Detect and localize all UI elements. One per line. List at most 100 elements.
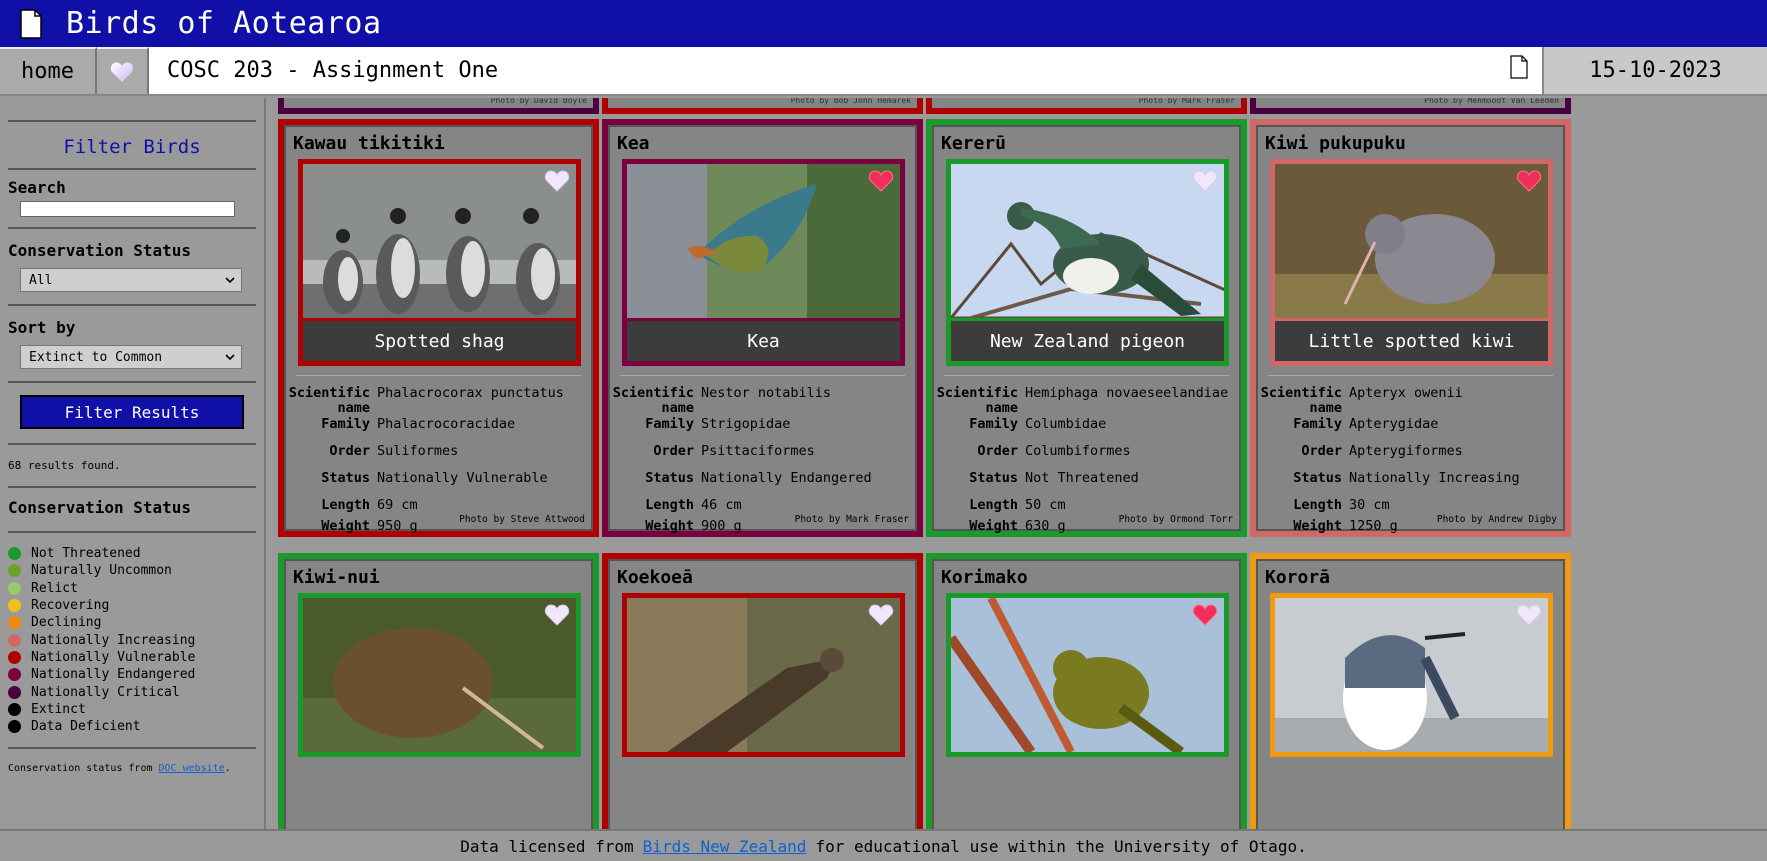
english-name: New Zealand pigeon: [951, 318, 1224, 361]
bird-card[interactable]: Korimako: [926, 553, 1247, 829]
photo-credit: Photo by David Boyle: [490, 98, 587, 105]
photo-credit: Photo by Mehmoodt Van Leeden: [1424, 98, 1559, 105]
status-select[interactable]: All: [20, 268, 242, 292]
bird-card[interactable]: Kererū New Zealand pigeon Scientific name H…: [926, 119, 1247, 537]
legend-item: Nationally Endangered: [8, 666, 256, 683]
footer-suffix: for educational use within the Universit…: [815, 836, 1307, 856]
photo-credit: Photo by Andrew Digby: [1436, 514, 1557, 525]
detail-label: Status: [321, 470, 370, 486]
detail-label: Weight: [1293, 518, 1342, 534]
status-dot-icon: [8, 581, 21, 595]
favourite-heart-icon[interactable]: [1516, 603, 1542, 627]
favourite-heart-icon[interactable]: [1516, 169, 1542, 193]
bird-photo-image: [303, 164, 576, 318]
doc-website-link[interactable]: DOC website: [159, 763, 225, 774]
status-dot-icon: [8, 668, 21, 682]
detail-label: Order: [977, 443, 1018, 459]
legend-label: Recovering: [31, 598, 110, 614]
bird-photo: [303, 598, 576, 752]
footer: Data licensed from Birds New Zealand for…: [0, 829, 1767, 861]
detail-label: Scientific name: [288, 385, 370, 416]
status-dot-icon: [8, 616, 21, 630]
bird-name: Kororā: [1265, 567, 1331, 588]
detail-label: Status: [969, 470, 1018, 486]
detail-label: Status: [1293, 470, 1342, 486]
document-icon[interactable]: [1510, 55, 1528, 79]
detail-label: Length: [969, 497, 1018, 513]
bird-photo: [951, 164, 1224, 318]
detail-label: Length: [1293, 497, 1342, 513]
detail-row: Status Nationally Endangered: [610, 471, 915, 498]
favourite-heart-icon[interactable]: [868, 603, 894, 627]
search-input[interactable]: [20, 201, 235, 217]
date-display: 15-10-2023: [1542, 47, 1767, 94]
detail-value: Psittaciformes: [701, 443, 815, 459]
bird-card[interactable]: Kawau tikitiki Spotted shag Scientific nam…: [278, 119, 599, 537]
bird-card[interactable]: Kea Kea Scientific name Nestor notabilis Fam…: [602, 119, 923, 537]
bird-card[interactable]: Koekoeā: [602, 553, 923, 829]
detail-row: Order Suliformes: [286, 444, 591, 471]
bird-name: Kea: [617, 133, 650, 154]
legend-title: Conservation Status: [8, 498, 192, 517]
status-dot-icon: [8, 650, 21, 664]
results-count: 68 results found.: [8, 459, 121, 472]
bird-photo-image: [951, 164, 1224, 318]
english-name: Little spotted kiwi: [1275, 318, 1548, 361]
detail-value: Columbiformes: [1025, 443, 1131, 459]
detail-row: Order Columbiformes: [934, 444, 1239, 471]
title-bar: Birds of Aotearoa: [0, 0, 1767, 47]
favourite-heart-icon[interactable]: [544, 169, 570, 193]
detail-row: Scientific name Hemiphaga novaeseelandiae: [934, 386, 1239, 417]
site-title: Birds of Aotearoa: [66, 6, 382, 41]
birds-nz-link[interactable]: Birds New Zealand: [643, 837, 807, 856]
detail-row: Family Apterygidae: [1258, 417, 1563, 444]
english-name: Spotted shag: [303, 318, 576, 361]
photo-credit: Photo by Steve Attwood: [459, 514, 585, 525]
chevron-down-icon: [225, 353, 235, 360]
previous-card-strip: Photo by Mehmoodt Van Leeden: [1250, 98, 1571, 114]
detail-label: Status: [645, 470, 694, 486]
detail-row: Scientific name Apteryx owenii: [1258, 386, 1563, 417]
favourite-heart-icon[interactable]: [544, 603, 570, 627]
detail-value: Strigopidae: [701, 416, 791, 432]
filter-results-button[interactable]: Filter Results: [20, 395, 244, 429]
detail-label: Family: [1293, 416, 1342, 432]
previous-card-strip: Photo by David Boyle: [278, 98, 599, 114]
sort-select[interactable]: Extinct to Common: [20, 345, 242, 369]
detail-value: Phalacrocorax punctatus: [377, 385, 564, 401]
bird-photo: [951, 598, 1224, 752]
sort-selected: Extinct to Common: [29, 349, 163, 365]
favourite-heart-icon[interactable]: [868, 169, 894, 193]
legend-label: Extinct: [31, 701, 86, 717]
legend-label: Data Deficient: [31, 719, 141, 735]
detail-label: Weight: [969, 518, 1018, 534]
bird-photo-image: [1275, 598, 1548, 752]
favourite-heart-icon[interactable]: [1192, 603, 1218, 627]
legend-item: Extinct: [8, 701, 256, 718]
detail-value: Phalacrocoracidae: [377, 416, 516, 432]
bird-card[interactable]: Kiwi-nui: [278, 553, 599, 829]
legend-label: Nationally Vulnerable: [31, 649, 196, 665]
detail-row: Status Nationally Increasing: [1258, 471, 1563, 498]
course-title: COSC 203 - Assignment One: [149, 47, 1542, 94]
filter-title: Filter Birds: [63, 136, 201, 158]
detail-row: Family Strigopidae: [610, 417, 915, 444]
status-dot-icon: [8, 599, 21, 613]
status-dot-icon: [8, 564, 21, 578]
favourites-link[interactable]: [97, 47, 149, 94]
favourite-heart-icon[interactable]: [1192, 169, 1218, 193]
detail-label: Order: [653, 443, 694, 459]
bird-card[interactable]: Kiwi pukupuku Little spotted kiwi Scientif…: [1250, 119, 1571, 537]
legend-item: Recovering: [8, 597, 256, 614]
detail-label: Scientific name: [936, 385, 1018, 416]
detail-value: Nationally Vulnerable: [377, 470, 548, 486]
bird-card[interactable]: Kororā: [1250, 553, 1571, 829]
home-link[interactable]: home: [0, 47, 97, 94]
legend-item: Nationally Vulnerable: [8, 649, 256, 666]
previous-card-strip: Photo by Bob John Hemarek: [602, 98, 923, 114]
photo-credit: Photo by Bob John Hemarek: [790, 98, 911, 105]
bird-photo-image: [1275, 164, 1548, 318]
search-label: Search: [8, 178, 66, 197]
detail-label: Family: [321, 416, 370, 432]
detail-row: Order Psittaciformes: [610, 444, 915, 471]
